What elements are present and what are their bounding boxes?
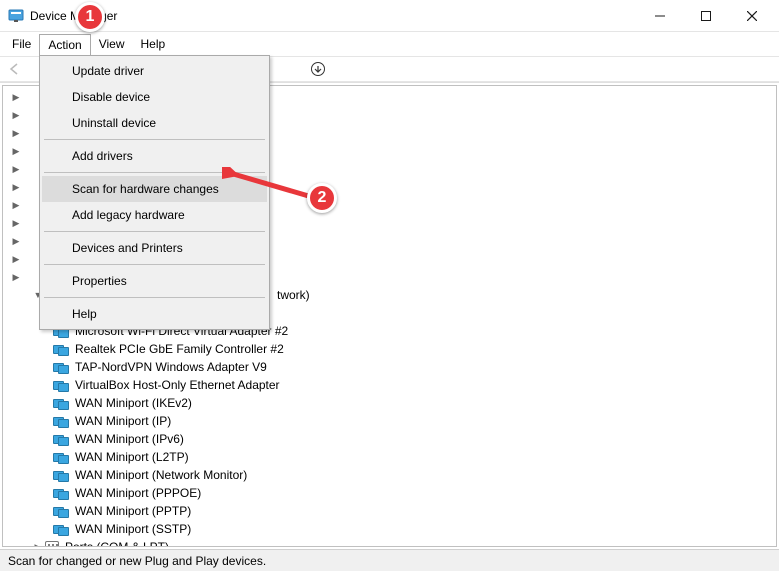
annotation-callout-2: 2 xyxy=(307,183,337,213)
network-adapter-icon xyxy=(53,523,69,535)
chevron-right-icon: ▶ xyxy=(11,200,21,210)
menu-action[interactable]: Action xyxy=(39,34,90,55)
tree-item-label: Realtek PCIe GbE Family Controller #2 xyxy=(73,342,286,356)
menu-help[interactable]: Help xyxy=(42,301,267,327)
tree-item-label: WAN Miniport (PPTP) xyxy=(73,504,193,518)
chevron-right-icon: ▶ xyxy=(11,254,21,264)
menu-separator xyxy=(44,297,265,298)
tree-item[interactable]: TAP-NordVPN Windows Adapter V9 xyxy=(3,358,776,376)
statusbar: Scan for changed or new Plug and Play de… xyxy=(0,549,779,571)
tree-item[interactable]: WAN Miniport (IKEv2) xyxy=(3,394,776,412)
chevron-right-icon: ▶ xyxy=(11,218,21,228)
tree-item[interactable]: WAN Miniport (IPv6) xyxy=(3,430,776,448)
tree-item[interactable]: WAN Miniport (PPTP) xyxy=(3,502,776,520)
network-adapter-icon xyxy=(53,469,69,481)
network-adapter-icon xyxy=(53,343,69,355)
menu-devices-printers[interactable]: Devices and Printers xyxy=(42,235,267,261)
chevron-right-icon: ▶ xyxy=(11,164,21,174)
menu-help[interactable]: Help xyxy=(133,34,174,54)
app-icon xyxy=(8,8,24,24)
menu-properties[interactable]: Properties xyxy=(42,268,267,294)
tree-item[interactable]: WAN Miniport (Network Monitor) xyxy=(3,466,776,484)
menu-separator xyxy=(44,231,265,232)
network-adapter-icon xyxy=(53,451,69,463)
tree-item-label: WAN Miniport (Network Monitor) xyxy=(73,468,249,482)
tree-category-label: twork) xyxy=(275,288,312,302)
network-adapter-icon xyxy=(53,361,69,373)
ports-icon xyxy=(45,541,59,547)
chevron-right-icon: ▶ xyxy=(11,146,21,156)
chevron-right-icon: ▶ xyxy=(11,110,21,120)
tree-item-label: WAN Miniport (IP) xyxy=(73,414,173,428)
menu-disable-device[interactable]: Disable device xyxy=(42,84,267,110)
tree-item[interactable]: WAN Miniport (L2TP) xyxy=(3,448,776,466)
network-adapter-icon xyxy=(53,415,69,427)
menu-view[interactable]: View xyxy=(91,34,133,54)
status-text: Scan for changed or new Plug and Play de… xyxy=(8,554,266,568)
tree-category-label: Ports (COM & LPT) xyxy=(63,540,171,547)
titlebar: Device Manager xyxy=(0,0,779,32)
network-adapter-icon xyxy=(53,505,69,517)
menu-uninstall-device[interactable]: Uninstall device xyxy=(42,110,267,136)
tree-item-label: WAN Miniport (IKEv2) xyxy=(73,396,194,410)
chevron-right-icon: ▶ xyxy=(11,236,21,246)
tree-item-label: WAN Miniport (L2TP) xyxy=(73,450,191,464)
network-adapter-icon xyxy=(53,379,69,391)
menu-add-drivers[interactable]: Add drivers xyxy=(42,143,267,169)
tree-category-ports[interactable]: ▶ Ports (COM & LPT) xyxy=(3,538,776,547)
tree-item-label: VirtualBox Host-Only Ethernet Adapter xyxy=(73,378,282,392)
back-button[interactable] xyxy=(4,58,26,80)
chevron-right-icon: ▶ xyxy=(11,92,21,102)
tree-item-label: WAN Miniport (IPv6) xyxy=(73,432,186,446)
chevron-right-icon: ▶ xyxy=(11,128,21,138)
chevron-right-icon: ▶ xyxy=(11,272,21,282)
tree-item-label: WAN Miniport (SSTP) xyxy=(73,522,193,536)
tree-item[interactable]: VirtualBox Host-Only Ethernet Adapter xyxy=(3,376,776,394)
menu-update-driver[interactable]: Update driver xyxy=(42,58,267,84)
tree-item[interactable]: WAN Miniport (IP) xyxy=(3,412,776,430)
tree-item[interactable]: WAN Miniport (SSTP) xyxy=(3,520,776,538)
tree-item[interactable]: Realtek PCIe GbE Family Controller #2 xyxy=(3,340,776,358)
menu-separator xyxy=(44,264,265,265)
chevron-right-icon: ▶ xyxy=(11,182,21,192)
annotation-callout-1: 1 xyxy=(75,2,105,32)
chevron-right-icon: ▶ xyxy=(33,542,43,547)
close-button[interactable] xyxy=(729,0,775,32)
menu-file[interactable]: File xyxy=(4,34,39,54)
menubar: File Action View Help xyxy=(0,32,779,56)
tree-item-label: TAP-NordVPN Windows Adapter V9 xyxy=(73,360,269,374)
maximize-button[interactable] xyxy=(683,0,729,32)
tree-item[interactable]: WAN Miniport (PPPOE) xyxy=(3,484,776,502)
network-adapter-icon xyxy=(53,487,69,499)
uninstall-toolbar-button[interactable] xyxy=(307,58,329,80)
network-adapter-icon xyxy=(53,397,69,409)
tree-item-label: WAN Miniport (PPPOE) xyxy=(73,486,203,500)
minimize-button[interactable] xyxy=(637,0,683,32)
network-adapter-icon xyxy=(53,433,69,445)
menu-separator xyxy=(44,139,265,140)
